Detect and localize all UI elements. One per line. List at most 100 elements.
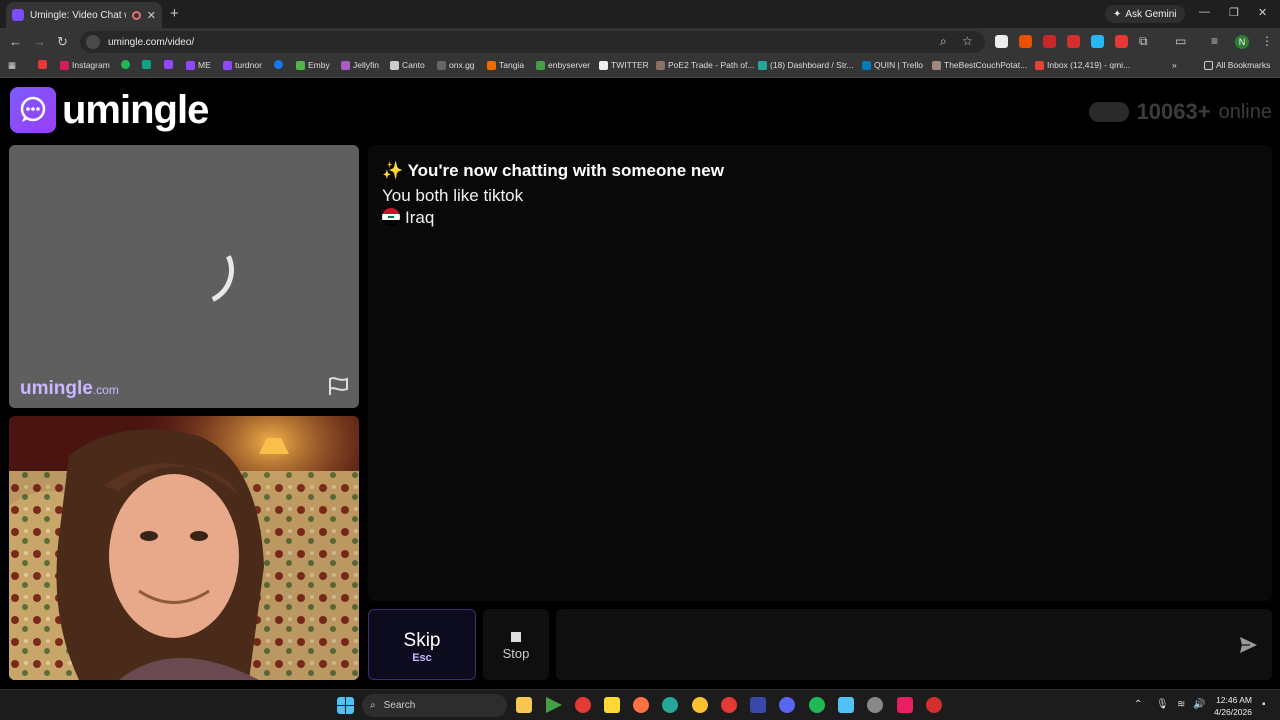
search-label: Search: [383, 700, 416, 711]
obs-studio-icon[interactable]: [867, 697, 883, 713]
clock-time: 12:46 AM: [1216, 695, 1252, 705]
chat-bubble-icon: [10, 87, 56, 133]
extensions-puzzle-icon[interactable]: ⧉: [1139, 34, 1148, 49]
bookmark-turdnor[interactable]: turdnor: [223, 60, 262, 70]
canto-icon: [390, 60, 399, 70]
bookmark-label: TheBestCouchPotat...: [944, 60, 1028, 70]
bookmark-dashboard[interactable]: (18) Dashboard / Str...: [758, 60, 854, 70]
emby-icon: [296, 60, 305, 70]
zoom-icon[interactable]: ⌕: [940, 34, 947, 49]
browser-menu-icon[interactable]: ⋮: [1261, 34, 1273, 48]
bookmark-label: PoE2 Trade - Path of...: [668, 60, 755, 70]
browser-tab[interactable]: Umingle: Video Chat with S ✕: [6, 2, 162, 28]
bookmark-star-icon[interactable]: ☆: [962, 34, 973, 48]
report-flag-icon[interactable]: [327, 376, 349, 396]
tiktok-icon[interactable]: [897, 697, 913, 713]
minimize-icon[interactable]: —: [1199, 6, 1210, 18]
bookmark-inbox[interactable]: Inbox (12,419) - qmi...: [1035, 60, 1130, 70]
firefox-icon[interactable]: [633, 697, 649, 713]
folder-icon: [1204, 60, 1213, 70]
obs-recording-icon[interactable]: [721, 697, 737, 713]
bookmarks-overflow-icon[interactable]: »: [1172, 60, 1177, 70]
profile-avatar[interactable]: N: [1235, 35, 1249, 49]
extension-fox-icon[interactable]: [1019, 35, 1032, 48]
tab-search-icon[interactable]: ▭: [1175, 34, 1186, 48]
bookmark-me[interactable]: ME: [186, 60, 211, 70]
forward-icon[interactable]: →: [33, 34, 46, 49]
bookmark-tangia[interactable]: Tangia: [487, 60, 524, 70]
spotify-icon[interactable]: [809, 697, 825, 713]
chat-log: ✨ You're now chatting with someone new Y…: [368, 145, 1272, 601]
maximize-icon[interactable]: ❐: [1229, 6, 1239, 19]
site-logo[interactable]: umingle: [10, 87, 209, 133]
windows-taskbar: ⌕ Search ⌃ 🎙 ≋ 🔊 12:46 AM 4/26/2026 ▪: [0, 689, 1280, 720]
creative-cloud-icon[interactable]: [926, 697, 942, 713]
country-name: Iraq: [405, 208, 435, 227]
microphone-icon[interactable]: 🎙: [1156, 699, 1169, 710]
bookmark-spotify[interactable]: [121, 60, 130, 69]
windows-start-icon[interactable]: [337, 697, 354, 714]
discord-icon[interactable]: [779, 697, 795, 713]
bookmark-onx[interactable]: onx.gg: [437, 60, 475, 70]
omnibox[interactable]: umingle.com/video/: [80, 31, 985, 53]
system-clock[interactable]: 12:46 AM 4/26/2026: [1214, 694, 1252, 718]
bookmark-facebook[interactable]: [274, 60, 283, 69]
bookmark-canto[interactable]: Canto: [390, 60, 425, 70]
jellyfin-icon: [341, 60, 350, 70]
bookmark-trello[interactable]: QUIN | Trello: [862, 60, 923, 70]
back-icon[interactable]: ←: [9, 34, 22, 49]
tangia-icon: [487, 60, 496, 70]
extension-k-icon[interactable]: [995, 35, 1008, 48]
taskbar-search[interactable]: ⌕ Search: [362, 694, 507, 717]
edge-icon[interactable]: [662, 697, 678, 713]
twitch-icon: [186, 60, 195, 70]
ask-gemini-label: Ask Gemini: [1125, 8, 1177, 20]
skip-button[interactable]: Skip Esc: [368, 609, 476, 680]
bookmark-enbyserver[interactable]: enbyserver: [536, 60, 590, 70]
media-controls-icon[interactable]: ≡: [1211, 34, 1218, 48]
bookmark-instagram[interactable]: Instagram: [60, 60, 110, 70]
ask-gemini-button[interactable]: ✦ Ask Gemini: [1105, 5, 1185, 23]
enbyserver-icon: [536, 60, 545, 70]
sticky-notes-icon[interactable]: [604, 697, 620, 713]
notepad-icon[interactable]: [838, 697, 854, 713]
notifications-icon[interactable]: ▪: [1262, 699, 1266, 710]
bookmark-youtube[interactable]: [38, 60, 47, 69]
file-explorer-icon[interactable]: [516, 697, 532, 713]
all-bookmarks-button[interactable]: All Bookmarks: [1204, 60, 1270, 70]
bookmark-jellyfin[interactable]: Jellyfin: [341, 60, 379, 70]
apps-grid-icon[interactable]: ▦: [8, 60, 16, 71]
close-tab-icon[interactable]: ✕: [147, 9, 156, 22]
extension-red-icon[interactable]: [1043, 35, 1056, 48]
bookmark-twitch[interactable]: [164, 60, 173, 69]
url-text[interactable]: umingle.com/video/: [108, 37, 194, 48]
theme-toggle[interactable]: [1088, 102, 1129, 122]
reload-icon[interactable]: ↻: [57, 34, 68, 50]
stop-button[interactable]: Stop: [483, 609, 549, 680]
bookmark-label: QUIN | Trello: [874, 60, 923, 70]
media-player-icon[interactable]: [546, 697, 562, 713]
chrome-icon[interactable]: [692, 697, 708, 713]
extension-ublock-icon[interactable]: [1115, 35, 1128, 48]
bookmark-couchpotato[interactable]: TheBestCouchPotat...: [932, 60, 1027, 70]
bookmark-twitter[interactable]: TWITTER: [599, 60, 649, 70]
extension-youtube-icon[interactable]: [1067, 35, 1080, 48]
send-icon[interactable]: [1238, 635, 1258, 655]
browser-tab-bar: Umingle: Video Chat with S ✕ + ✦ Ask Gem…: [0, 0, 1280, 28]
message-input[interactable]: [568, 629, 1208, 659]
bookmark-label: (18) Dashboard / Str...: [770, 60, 854, 70]
bookmark-chatgpt[interactable]: [142, 60, 151, 69]
close-window-icon[interactable]: ✕: [1258, 6, 1267, 19]
bookmark-poe2[interactable]: PoE2 Trade - Path of...: [656, 60, 754, 70]
site-info-icon[interactable]: [86, 35, 100, 49]
remote-desktop-icon[interactable]: [750, 697, 766, 713]
loading-spinner-icon: [154, 225, 244, 315]
poe-launcher-icon[interactable]: [575, 697, 591, 713]
bookmark-emby[interactable]: Emby: [296, 60, 330, 70]
logo-text: umingle: [62, 87, 209, 132]
extension-7tv-icon[interactable]: [1091, 35, 1104, 48]
wifi-icon[interactable]: ≋: [1177, 699, 1185, 710]
volume-icon[interactable]: 🔊: [1193, 699, 1205, 710]
tray-overflow-icon[interactable]: ⌃: [1134, 699, 1142, 710]
new-tab-button[interactable]: +: [170, 5, 179, 22]
